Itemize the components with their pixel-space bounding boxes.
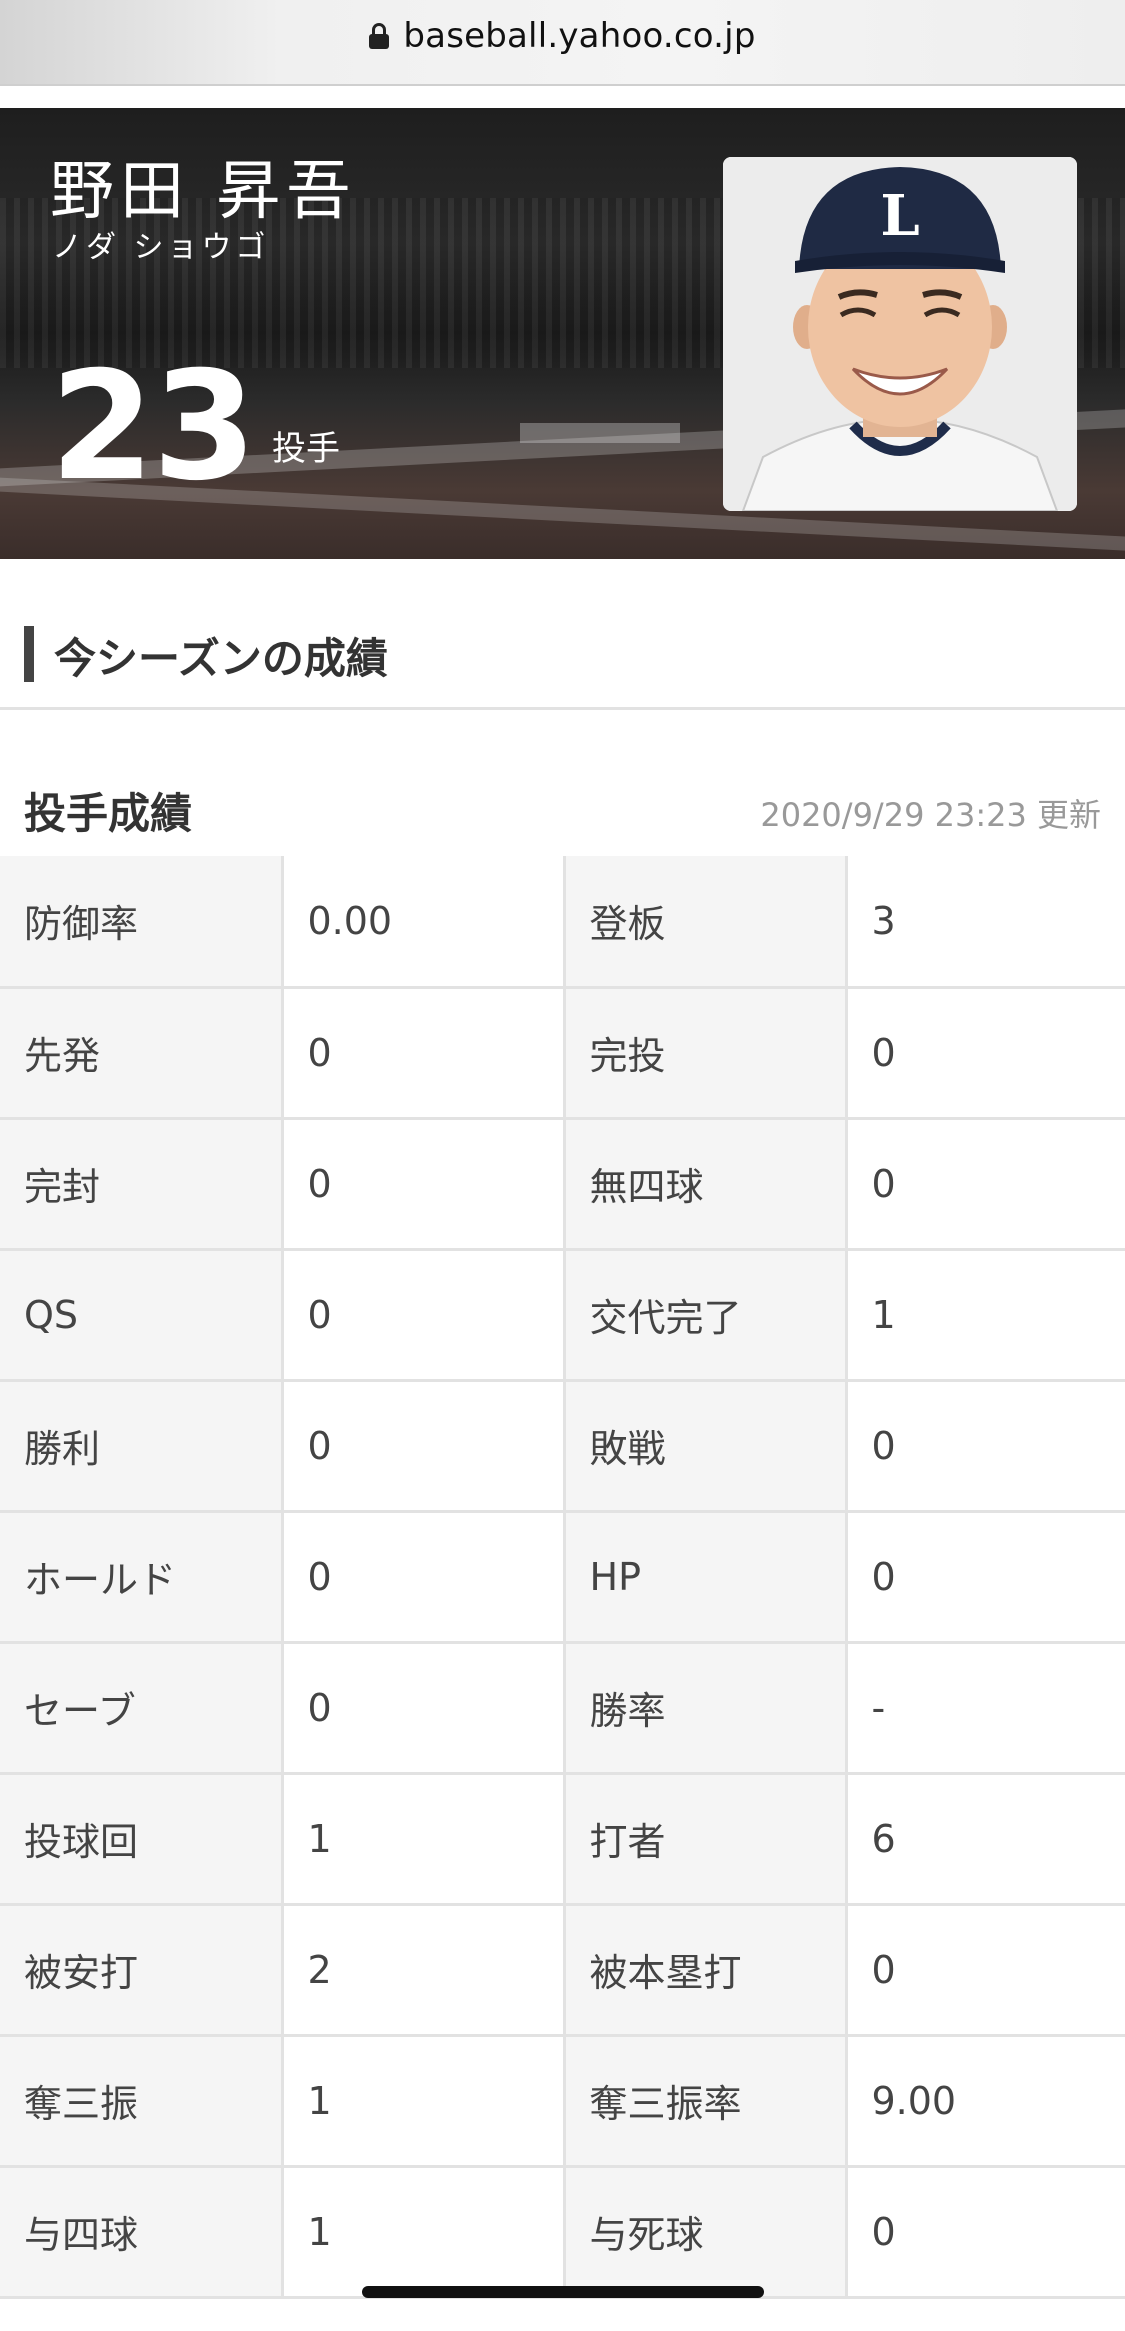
season-section-header: 今シーズンの成績 bbox=[0, 559, 1125, 710]
stat-value: 0 bbox=[280, 1640, 566, 1775]
player-name: 野田 昇吾 bbox=[50, 155, 357, 229]
player-kana: ノダ ショウゴ bbox=[52, 230, 270, 265]
stat-value: 0 bbox=[280, 1116, 566, 1251]
stat-label: 敗戦 bbox=[562, 1378, 848, 1513]
stat-value: 0 bbox=[844, 1902, 1125, 2037]
stat-value: 0 bbox=[844, 2164, 1125, 2299]
table-row: 完封 0 無四球 0 bbox=[0, 1116, 1125, 1251]
stat-value: 0.00 bbox=[280, 856, 566, 989]
home-indicator[interactable] bbox=[362, 2286, 764, 2298]
stat-label: ホールド bbox=[0, 1509, 284, 1644]
section-accent-bar bbox=[24, 626, 34, 682]
url-text[interactable]: baseball.yahoo.co.jp bbox=[403, 16, 755, 56]
stat-label: 勝利 bbox=[0, 1378, 284, 1513]
stat-label: 完投 bbox=[562, 985, 848, 1120]
player-position: 投手 bbox=[272, 429, 340, 469]
stat-value: - bbox=[844, 1640, 1125, 1775]
stat-value: 6 bbox=[844, 1771, 1125, 1906]
player-number: 23 bbox=[50, 340, 257, 514]
stat-label: 投球回 bbox=[0, 1771, 284, 1906]
pitching-stats-table: 防御率 0.00 登板 3 先発 0 完投 0 完封 0 無四球 0 QS 0 交代完了 1 勝利 0 敗戦 0 ホール… bbox=[0, 856, 1125, 2299]
svg-text:L: L bbox=[880, 183, 919, 249]
player-photo: L bbox=[723, 157, 1077, 511]
pitching-title: 投手成績 bbox=[24, 789, 193, 838]
stat-value: 0 bbox=[280, 1247, 566, 1382]
stat-label: QS bbox=[0, 1247, 284, 1382]
season-title: 今シーズンの成績 bbox=[54, 634, 388, 683]
stat-value: 0 bbox=[844, 1116, 1125, 1251]
table-row: 防御率 0.00 登板 3 bbox=[0, 856, 1125, 989]
table-row: 勝利 0 敗戦 0 bbox=[0, 1378, 1125, 1513]
stat-label: 奪三振率 bbox=[562, 2033, 848, 2168]
stat-label: 打者 bbox=[562, 1771, 848, 1906]
stat-label: HP bbox=[562, 1509, 848, 1644]
stat-label: 奪三振 bbox=[0, 2033, 284, 2168]
stat-label: 防御率 bbox=[0, 856, 284, 989]
stat-label: 登板 bbox=[562, 856, 848, 989]
stat-label: 被本塁打 bbox=[562, 1902, 848, 2037]
stat-value: 0 bbox=[844, 1509, 1125, 1644]
stat-value: 9.00 bbox=[844, 2033, 1125, 2168]
stat-label: 無四球 bbox=[562, 1116, 848, 1251]
stat-label: 与四球 bbox=[0, 2164, 284, 2299]
lock-icon bbox=[369, 23, 390, 49]
stat-value: 3 bbox=[844, 856, 1125, 989]
stat-value: 1 bbox=[844, 1247, 1125, 1382]
table-row: 与四球 1 与死球 0 bbox=[0, 2164, 1125, 2299]
updated-timestamp: 2020/9/29 23:23 更新 bbox=[760, 796, 1101, 834]
table-row: 先発 0 完投 0 bbox=[0, 985, 1125, 1120]
table-row: QS 0 交代完了 1 bbox=[0, 1247, 1125, 1382]
stat-value: 1 bbox=[280, 1771, 566, 1906]
table-row: 奪三振 1 奪三振率 9.00 bbox=[0, 2033, 1125, 2168]
stat-label: セーブ bbox=[0, 1640, 284, 1775]
stat-value: 0 bbox=[280, 985, 566, 1120]
stat-label: 被安打 bbox=[0, 1902, 284, 2037]
stat-value: 0 bbox=[844, 1378, 1125, 1513]
table-row: 投球回 1 打者 6 bbox=[0, 1771, 1125, 1906]
stat-value: 1 bbox=[280, 2033, 566, 2168]
table-row: 被安打 2 被本塁打 0 bbox=[0, 1902, 1125, 2037]
stat-value: 1 bbox=[280, 2164, 566, 2299]
stat-label: 先発 bbox=[0, 985, 284, 1120]
stat-label: 勝率 bbox=[562, 1640, 848, 1775]
stat-value: 0 bbox=[280, 1378, 566, 1513]
browser-url-bar[interactable]: baseball.yahoo.co.jp bbox=[0, 0, 1125, 86]
stat-value: 2 bbox=[280, 1902, 566, 2037]
table-row: ホールド 0 HP 0 bbox=[0, 1509, 1125, 1644]
stat-label: 完封 bbox=[0, 1116, 284, 1251]
stat-value: 0 bbox=[280, 1509, 566, 1644]
stat-label: 交代完了 bbox=[562, 1247, 848, 1382]
stat-value: 0 bbox=[844, 985, 1125, 1120]
stat-label: 与死球 bbox=[562, 2164, 848, 2299]
table-row: セーブ 0 勝率 - bbox=[0, 1640, 1125, 1775]
